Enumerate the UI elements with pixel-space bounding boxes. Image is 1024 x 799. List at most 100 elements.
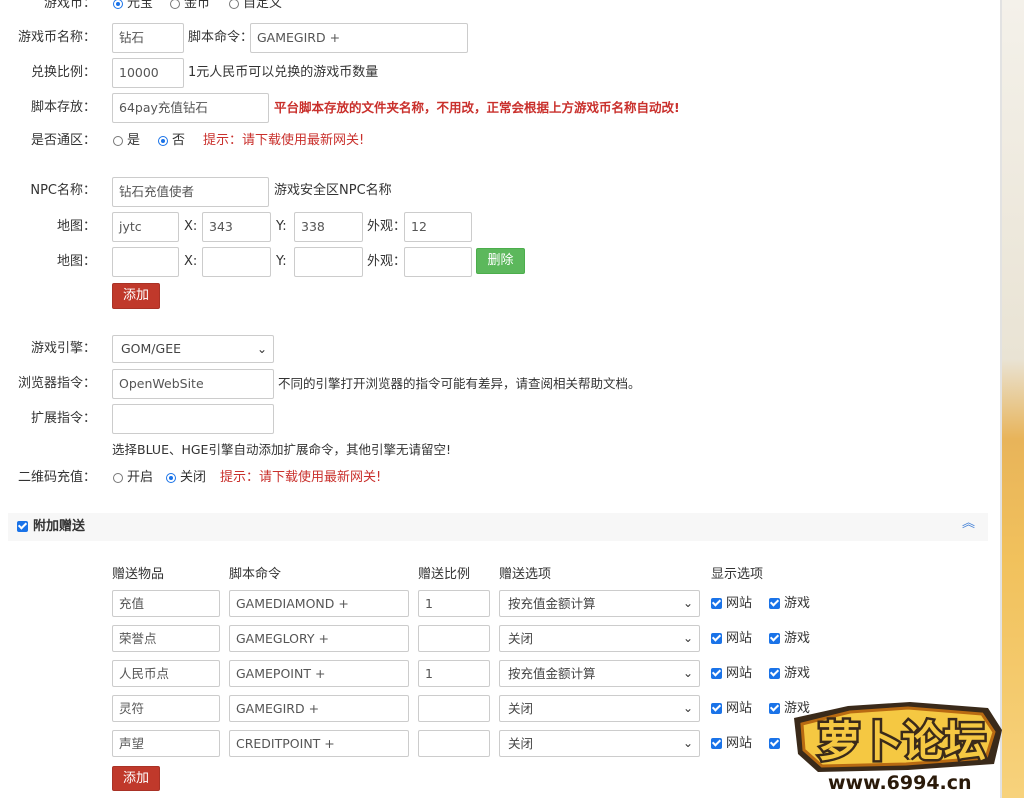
bonus-cmd-input[interactable]: GAMEGIRD +	[229, 695, 409, 722]
bonus-item-input[interactable]: 声望	[112, 730, 220, 757]
look-input-2[interactable]	[404, 247, 472, 277]
add-map-button[interactable]: 添加	[112, 283, 160, 309]
bonus-option-select[interactable]: 关闭 ⌄	[499, 730, 700, 757]
currency-name-label: 游戏币名称：	[17, 30, 96, 45]
bonus-ratio-input[interactable]	[418, 730, 490, 757]
show-game-checkbox[interactable]	[769, 738, 780, 749]
show-site-checkbox[interactable]	[711, 738, 722, 749]
bonus-option-value: 关闭	[508, 631, 534, 646]
engine-label: 游戏引擎：	[30, 341, 96, 356]
watermark-title: 萝卜论坛	[818, 717, 986, 766]
show-site-checkbox[interactable]	[711, 633, 722, 644]
look-label-2: 外观：	[367, 254, 407, 269]
x-label-1: X:	[184, 219, 198, 234]
currency-option-custom: 自定义	[243, 0, 283, 11]
map-input-1[interactable]: jytc	[112, 212, 179, 242]
y-label-2: Y:	[276, 254, 287, 269]
qr-label: 二维码充值：	[17, 470, 96, 485]
bonus-cmd-input[interactable]: GAMEGLORY +	[229, 625, 409, 652]
show-game-checkbox[interactable]	[769, 598, 780, 609]
look-input-1[interactable]: 12	[404, 212, 472, 242]
bonus-header-option: 赠送选项	[499, 567, 552, 582]
show-game-label: 游戏	[784, 631, 811, 646]
folder-input[interactable]: 64pay充值钻石	[112, 93, 269, 123]
qr-option-on: 开启	[127, 470, 154, 485]
bonus-header-ratio: 赠送比例	[418, 567, 471, 582]
bonus-item-input[interactable]: 充值	[112, 590, 220, 617]
collapse-icon[interactable]: ︽	[962, 516, 975, 532]
ratio-input[interactable]: 10000	[112, 58, 184, 88]
show-site-label: 网站	[726, 736, 753, 751]
show-site-label: 网站	[726, 666, 753, 681]
show-game-checkbox[interactable]	[769, 633, 780, 644]
qr-option-off: 关闭	[180, 470, 207, 485]
folder-label: 脚本存放：	[30, 100, 96, 115]
currency-radio-custom[interactable]	[229, 0, 239, 9]
show-site-checkbox[interactable]	[711, 598, 722, 609]
bonus-section-header	[8, 513, 988, 541]
map-label-1: 地图：	[56, 219, 96, 234]
allzone-option-yes: 是	[127, 133, 141, 148]
forum-watermark-logo: 萝卜论坛 www.6994.cn	[788, 690, 1010, 795]
script-command-label: 脚本命令：	[188, 30, 254, 45]
x-input-1[interactable]: 343	[202, 212, 271, 242]
currency-name-input[interactable]: 钻石	[112, 23, 184, 53]
bonus-ratio-input[interactable]	[418, 625, 490, 652]
page-divider	[1000, 0, 1002, 798]
bonus-header-cmd: 脚本命令	[229, 567, 282, 582]
watermark-url: www.6994.cn	[828, 772, 972, 794]
y-input-2[interactable]	[294, 247, 363, 277]
map-input-2[interactable]	[112, 247, 179, 277]
bonus-cmd-input[interactable]: GAMEDIAMOND +	[229, 590, 409, 617]
bonus-option-value: 关闭	[508, 701, 534, 716]
qr-radio-on[interactable]	[113, 473, 123, 483]
show-game-label: 游戏	[784, 596, 811, 611]
show-site-checkbox[interactable]	[711, 668, 722, 679]
currency-radio-gold[interactable]	[170, 0, 180, 9]
add-bonus-button[interactable]: 添加	[112, 766, 160, 791]
show-game-checkbox[interactable]	[769, 668, 780, 679]
x-label-2: X:	[184, 254, 198, 269]
bonus-option-value: 按充值金额计算	[508, 666, 596, 681]
bonus-header-show: 显示选项	[711, 567, 764, 582]
allzone-radio-yes[interactable]	[113, 136, 123, 146]
bonus-item-input[interactable]: 荣誉点	[112, 625, 220, 652]
show-game-checkbox[interactable]	[769, 703, 780, 714]
script-command-input[interactable]: GAMEGIRD +	[250, 23, 468, 53]
bonus-enable-checkbox[interactable]	[17, 521, 28, 532]
bonus-option-select[interactable]: 关闭 ⌄	[499, 695, 700, 722]
browser-cmd-input[interactable]: OpenWebSite	[112, 369, 274, 399]
bonus-option-value: 按充值金额计算	[508, 596, 596, 611]
qr-radio-off[interactable]	[166, 473, 176, 483]
bonus-option-select[interactable]: 关闭 ⌄	[499, 625, 700, 652]
bonus-ratio-input[interactable]: 1	[418, 660, 490, 687]
bonus-item-input[interactable]: 灵符	[112, 695, 220, 722]
engine-select-value: GOM/GEE	[121, 341, 182, 356]
show-site-label: 网站	[726, 631, 753, 646]
bonus-ratio-input[interactable]: 1	[418, 590, 490, 617]
bonus-option-select[interactable]: 按充值金额计算 ⌄	[499, 590, 700, 617]
bonus-cmd-input[interactable]: CREDITPOINT +	[229, 730, 409, 757]
npc-name-input[interactable]: 钻石充值使者	[112, 177, 269, 207]
bonus-header-item: 赠送物品	[112, 567, 165, 582]
delete-map-button[interactable]: 删除	[476, 248, 525, 274]
bonus-item-input[interactable]: 人民币点	[112, 660, 220, 687]
currency-radio-yuanbao[interactable]	[113, 0, 123, 9]
allzone-radio-no[interactable]	[158, 136, 168, 146]
bonus-ratio-input[interactable]	[418, 695, 490, 722]
currency-option-gold: 金币	[184, 0, 211, 11]
show-site-checkbox[interactable]	[711, 703, 722, 714]
qr-tip: 提示：请下载使用最新网关!	[220, 470, 382, 485]
x-input-2[interactable]	[202, 247, 271, 277]
bonus-cmd-input[interactable]: GAMEPOINT +	[229, 660, 409, 687]
browser-cmd-hint: 不同的引擎打开浏览器的指令可能有差异，请查阅相关帮助文档。	[278, 376, 641, 391]
ext-cmd-input[interactable]	[112, 404, 274, 434]
bonus-option-select[interactable]: 按充值金额计算 ⌄	[499, 660, 700, 687]
look-label-1: 外观：	[367, 219, 407, 234]
bonus-option-value: 关闭	[508, 736, 534, 751]
chevron-down-icon: ⌄	[682, 596, 693, 610]
folder-hint: 平台脚本存放的文件夹名称，不用改，正常会根据上方游戏币名称自动改!	[274, 100, 680, 115]
engine-select[interactable]: GOM/GEE ⌄	[112, 335, 274, 363]
y-input-1[interactable]: 338	[294, 212, 363, 242]
currency-option-yuanbao: 元宝	[127, 0, 154, 11]
